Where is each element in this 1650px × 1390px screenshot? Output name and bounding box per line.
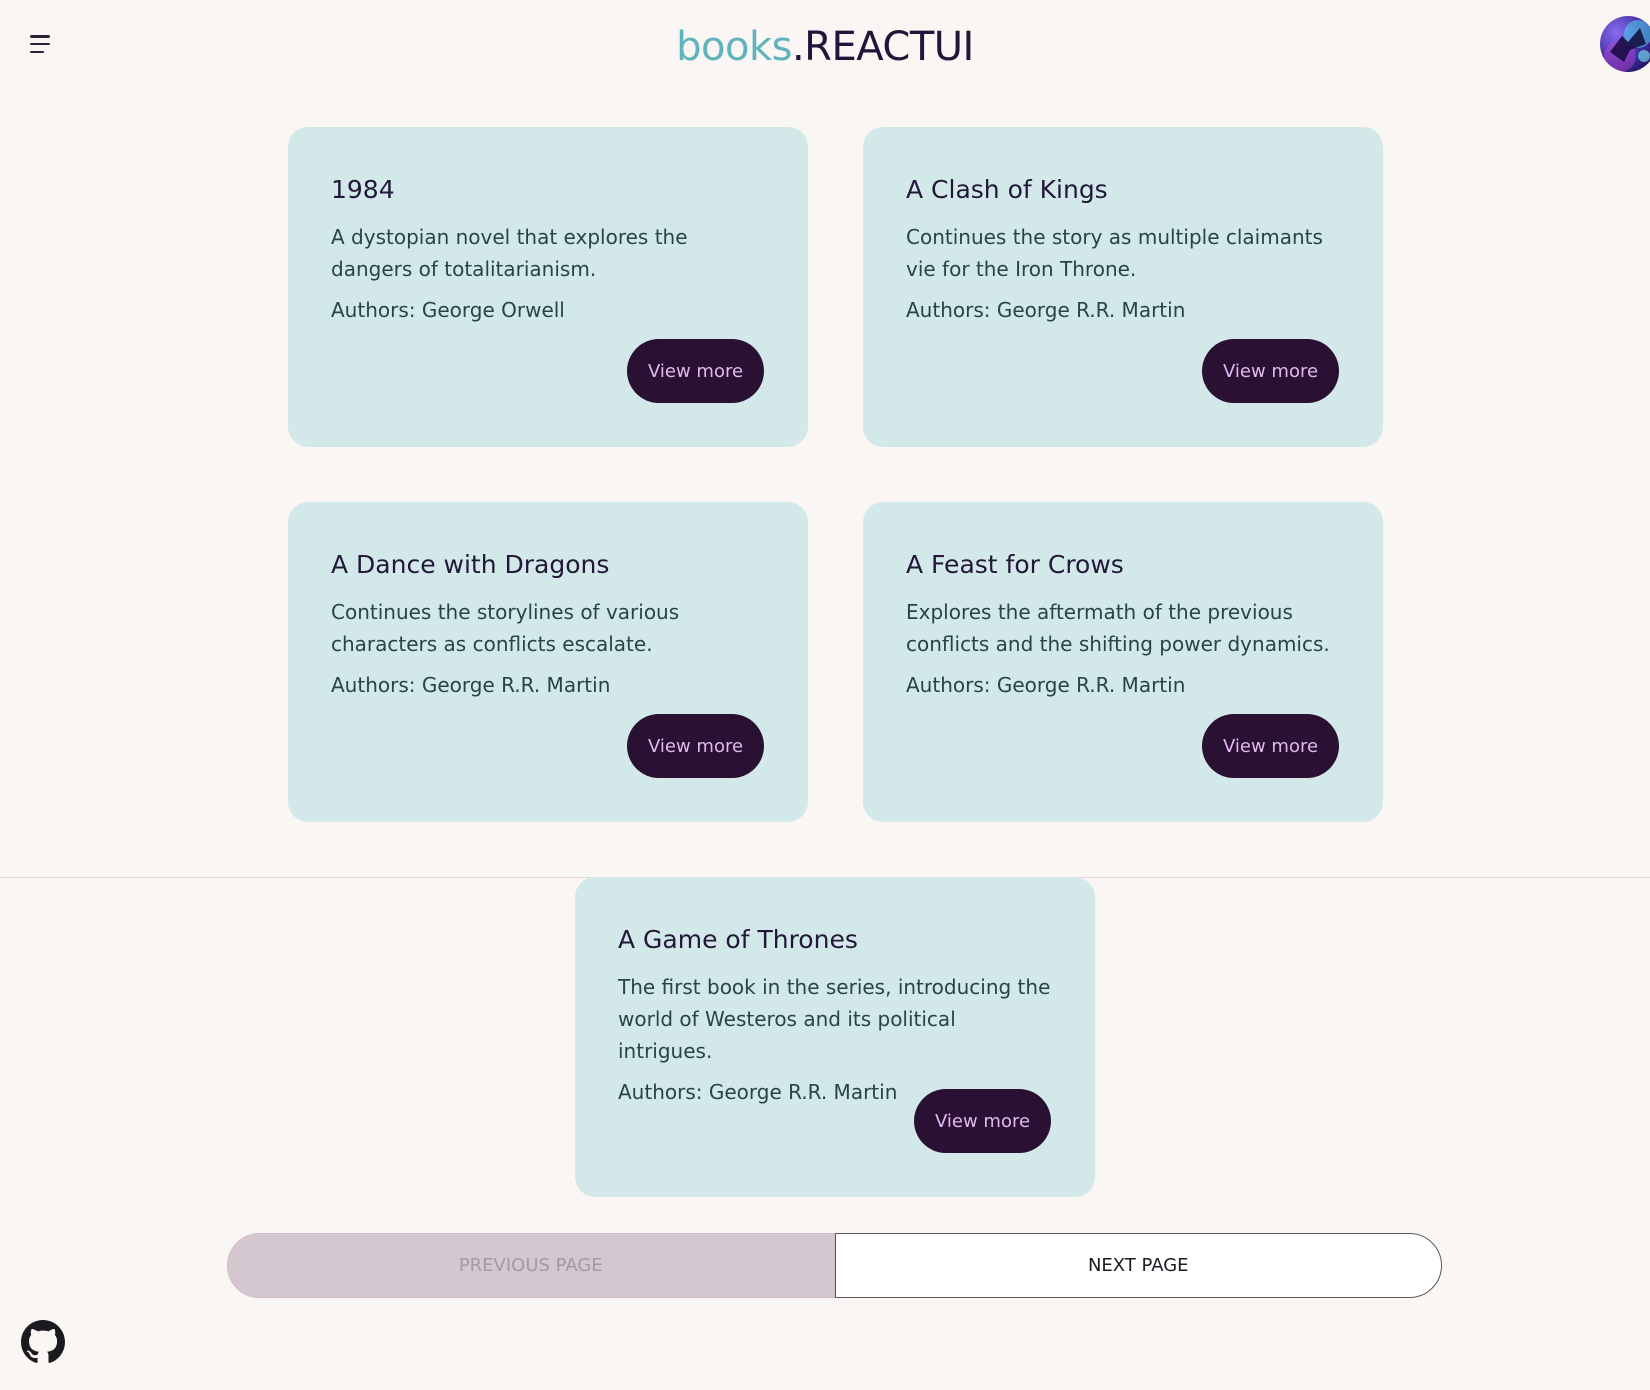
book-authors: Authors: George R.R. Martin bbox=[331, 673, 611, 697]
book-card: A Feast for Crows Explores the aftermath… bbox=[863, 502, 1383, 822]
github-icon[interactable] bbox=[21, 1320, 65, 1364]
book-card: 1984 A dystopian novel that explores the… bbox=[288, 127, 808, 447]
app-logo[interactable]: books.REACTUI bbox=[0, 20, 1650, 74]
book-title: A Feast for Crows bbox=[906, 550, 1124, 579]
book-title: 1984 bbox=[331, 175, 395, 204]
logo-brand: books bbox=[676, 24, 792, 70]
book-description: A dystopian novel that explores the dang… bbox=[331, 225, 688, 281]
view-more-button[interactable]: View more bbox=[627, 339, 764, 403]
avatar-image bbox=[1604, 20, 1650, 72]
book-title: A Clash of Kings bbox=[906, 175, 1108, 204]
book-card: A Clash of Kings Continues the story as … bbox=[863, 127, 1383, 447]
book-authors: Authors: George R.R. Martin bbox=[906, 673, 1186, 697]
avatar[interactable] bbox=[1600, 16, 1650, 72]
book-description: The first book in the series, introducin… bbox=[618, 975, 1051, 1063]
book-card: A Game of Thrones The first book in the … bbox=[575, 877, 1095, 1197]
github-icon-graphic bbox=[21, 1320, 65, 1363]
book-description: Continues the story as multiple claimant… bbox=[906, 225, 1323, 281]
book-title: A Game of Thrones bbox=[618, 925, 858, 954]
next-page-button[interactable]: NEXT PAGE bbox=[834, 1233, 1442, 1298]
view-more-button[interactable]: View more bbox=[1202, 339, 1339, 403]
logo-suffix: .REACTUI bbox=[791, 24, 974, 70]
book-authors: Authors: George R.R. Martin bbox=[906, 298, 1186, 322]
book-description: Explores the aftermath of the previous c… bbox=[906, 600, 1330, 656]
book-title: A Dance with Dragons bbox=[331, 550, 610, 579]
previous-page-button[interactable]: PREVIOUS PAGE bbox=[227, 1233, 835, 1298]
view-more-button[interactable]: View more bbox=[627, 714, 764, 778]
book-description: Continues the storylines of various char… bbox=[331, 600, 680, 656]
book-card: A Dance with Dragons Continues the story… bbox=[288, 502, 808, 822]
view-more-button[interactable]: View more bbox=[1202, 714, 1339, 778]
view-more-button[interactable]: View more bbox=[914, 1089, 1051, 1153]
book-authors: Authors: George Orwell bbox=[331, 298, 565, 322]
pagination: PREVIOUS PAGE NEXT PAGE bbox=[227, 1233, 1442, 1298]
